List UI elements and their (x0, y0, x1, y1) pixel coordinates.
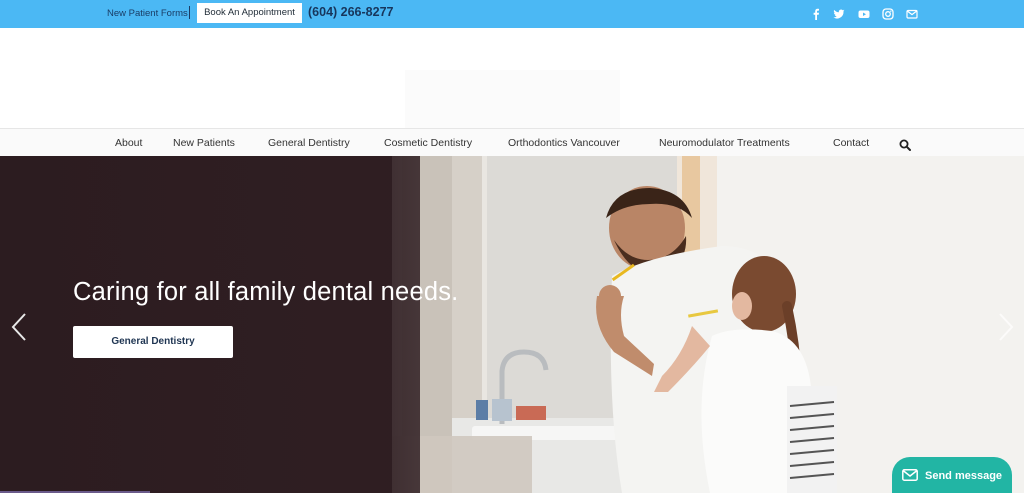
twitter-icon[interactable] (833, 8, 845, 20)
instagram-icon[interactable] (882, 8, 894, 20)
nav-item-contact[interactable]: Contact (833, 137, 869, 149)
general-dentistry-button[interactable]: General Dentistry (73, 326, 233, 358)
hero-headline: Caring for all family dental needs. (73, 278, 459, 306)
top-bar: New Patient Forms Book An Appointment (6… (0, 0, 1024, 28)
hero-overlay (0, 156, 420, 493)
nav-item-new-patients[interactable]: New Patients (173, 137, 235, 149)
nav-item-about[interactable]: About (115, 137, 142, 149)
nav-item-neuromodulator-treatments[interactable]: Neuromodulator Treatments (659, 137, 790, 149)
nav-item-orthodontics-vancouver[interactable]: Orthodontics Vancouver (508, 137, 620, 149)
envelope-icon (902, 469, 918, 481)
next-slide-arrow[interactable] (997, 312, 1015, 342)
nav-item-cosmetic-dentistry[interactable]: Cosmetic Dentistry (384, 137, 472, 149)
phone-number-link[interactable]: (604) 266-8277 (308, 5, 393, 19)
facebook-icon[interactable] (810, 8, 822, 20)
nav-item-general-dentistry[interactable]: General Dentistry (268, 137, 350, 149)
divider (189, 6, 190, 19)
search-icon[interactable] (899, 138, 911, 151)
hero-image (392, 156, 1024, 493)
send-message-button[interactable]: Send message (892, 457, 1012, 493)
youtube-icon[interactable] (858, 8, 870, 20)
email-icon[interactable] (906, 8, 918, 20)
main-navigation: About New Patients General Dentistry Cos… (0, 128, 1024, 156)
new-patient-forms-link[interactable]: New Patient Forms (107, 8, 188, 19)
send-message-label: Send message (925, 470, 1003, 482)
book-appointment-button[interactable]: Book An Appointment (197, 3, 302, 23)
hero-slider: Caring for all family dental needs. Gene… (0, 156, 1024, 493)
prev-slide-arrow[interactable] (10, 312, 28, 342)
site-header (0, 28, 1024, 142)
